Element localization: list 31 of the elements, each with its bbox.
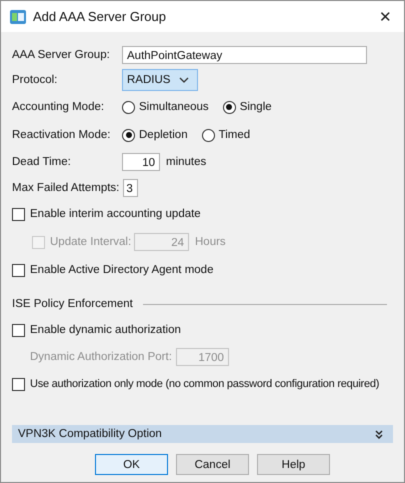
field-label: Reactivation Mode: <box>12 129 112 141</box>
unit-label: Hours <box>195 236 226 248</box>
field-label: Protocol: <box>12 74 58 86</box>
radio-option[interactable]: Timed <box>202 128 250 142</box>
field-label: AAA Server Group: <box>12 49 111 61</box>
dialog-button[interactable]: Help <box>257 454 330 475</box>
dead-time-field[interactable]: 10 <box>122 153 160 171</box>
server-group-field[interactable]: AuthPointGateway <box>122 46 367 64</box>
collapsible-header[interactable]: VPN3K Compatibility Option <box>12 425 393 443</box>
checkbox-option[interactable]: Enable Active Directory Agent mode <box>12 264 214 276</box>
dialog-button[interactable]: OK <box>95 454 168 475</box>
checkbox-option[interactable]: Enable dynamic authorization <box>12 324 181 336</box>
checkbox-option[interactable]: Use authorization only mode (no common password configuration required) <box>12 378 380 390</box>
app-icon <box>9 8 27 24</box>
caret-icon <box>179 77 189 83</box>
field-label: Accounting Mode: <box>12 101 106 113</box>
unit-label: minutes <box>166 156 206 168</box>
field-label: Dynamic Authorization Port: <box>30 351 172 363</box>
dialog-button[interactable]: Cancel <box>176 454 249 475</box>
field-label: Dead Time: <box>12 156 72 168</box>
radio-option[interactable]: Simultaneous <box>122 100 209 114</box>
window-title: Add AAA Server Group <box>33 9 167 24</box>
chevron-icon <box>375 430 383 438</box>
close-button[interactable]: ✕ <box>373 8 398 26</box>
radio-option[interactable]: Single <box>222 100 272 114</box>
checkbox-option[interactable]: Enable interim accounting update <box>12 208 201 220</box>
section-title: ISE Policy Enforcement <box>12 298 133 310</box>
protocol-dropdown[interactable]: RADIUS <box>122 69 198 91</box>
max-attempts-field[interactable]: 3 <box>123 179 138 197</box>
field-label: Max Failed Attempts: <box>12 182 120 194</box>
radio-option[interactable]: Depletion <box>122 128 188 142</box>
